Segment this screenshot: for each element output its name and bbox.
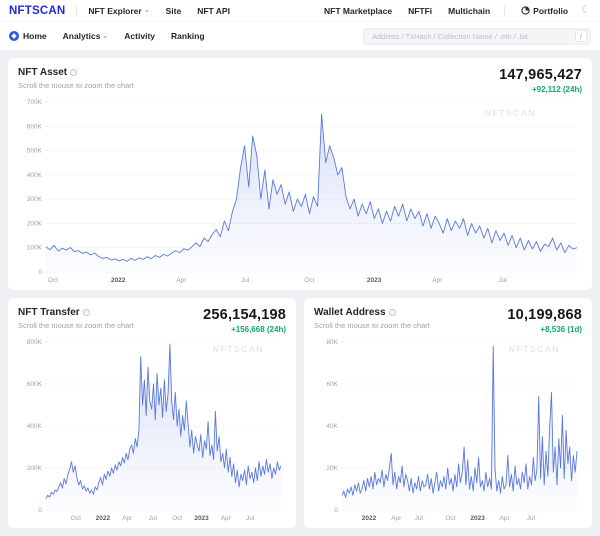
svg-text:Apr: Apr <box>391 515 402 522</box>
svg-text:0: 0 <box>38 507 42 514</box>
subnav-ranking[interactable]: Ranking <box>171 31 205 41</box>
svg-text:Oct: Oct <box>172 515 182 522</box>
search-box[interactable]: / <box>363 28 591 45</box>
slash-shortcut-key: / <box>575 30 587 42</box>
nft-transfer-card: NFT Transfer i Scroll the mouse to zoom … <box>8 298 296 528</box>
svg-text:0: 0 <box>38 269 42 276</box>
nft-asset-chart[interactable]: 0 100K 200K 300K 400K 500K 600K 700K Oct 2022 Apr J… <box>18 96 582 285</box>
info-icon[interactable]: i <box>83 309 90 316</box>
wallet-address-card: Wallet Address i Scroll the mouse to zoo… <box>304 298 592 528</box>
svg-text:600K: 600K <box>27 123 43 130</box>
divider <box>76 6 77 16</box>
svg-text:Apr: Apr <box>122 515 133 522</box>
svg-text:200K: 200K <box>27 465 43 472</box>
wallet-address-total: 10,199,868 <box>507 307 582 323</box>
svg-text:Oct: Oct <box>446 515 456 522</box>
dark-mode-toggle-moon-icon[interactable]: ☾ <box>581 5 591 16</box>
svg-text:20K: 20K <box>326 465 338 472</box>
home-chain-icon <box>9 31 19 41</box>
svg-text:Jul: Jul <box>415 515 424 522</box>
svg-text:500K: 500K <box>27 148 43 155</box>
nav-site[interactable]: Site <box>166 6 182 16</box>
svg-text:200K: 200K <box>27 220 43 227</box>
svg-text:2022: 2022 <box>362 515 377 522</box>
nav-nft-explorer[interactable]: NFT Explorer ⌄ <box>88 6 149 16</box>
svg-text:2023: 2023 <box>194 515 209 522</box>
svg-text:400K: 400K <box>27 423 43 430</box>
svg-text:Apr: Apr <box>221 515 232 522</box>
subnav-analytics[interactable]: Analytics ⌄ <box>63 31 109 41</box>
nav-nft-marketplace[interactable]: NFT Marketplace <box>324 6 392 16</box>
subnav-activity[interactable]: Activity <box>124 31 155 41</box>
pie-chart-icon <box>521 6 530 15</box>
svg-text:2022: 2022 <box>111 277 126 284</box>
wallet-address-chart[interactable]: 0 20K 40K 60K 80K 2022 Apr Jul Oct 2023 Apr Jul <box>314 336 582 523</box>
secondary-navigation-bar: Home Analytics ⌄ Activity Ranking / <box>0 22 600 50</box>
svg-text:40K: 40K <box>326 423 338 430</box>
info-icon[interactable]: i <box>70 69 77 76</box>
nft-asset-title: NFT Asset <box>18 67 67 78</box>
chevron-down-icon: ⌄ <box>144 7 150 14</box>
nftscan-logo[interactable]: NFTSCAN <box>9 5 65 17</box>
svg-text:800K: 800K <box>27 339 43 346</box>
wallet-address-hint: Scroll the mouse to zoom the chart <box>314 321 430 330</box>
nav-nft-api[interactable]: NFT API <box>197 6 230 16</box>
svg-text:100K: 100K <box>27 245 43 252</box>
nft-transfer-hint: Scroll the mouse to zoom the chart <box>18 321 134 330</box>
nav-multichain[interactable]: Multichain <box>448 6 490 16</box>
svg-text:Apr: Apr <box>500 515 511 522</box>
svg-text:700K: 700K <box>27 99 43 106</box>
divider <box>504 6 505 16</box>
nft-asset-hint: Scroll the mouse to zoom the chart <box>18 81 134 90</box>
svg-text:400K: 400K <box>27 172 43 179</box>
svg-text:Apr: Apr <box>432 277 443 284</box>
top-navigation-bar: NFTSCAN NFT Explorer ⌄ Site NFT API NFT … <box>0 0 600 22</box>
svg-text:2023: 2023 <box>367 277 382 284</box>
svg-text:Apr: Apr <box>176 277 187 284</box>
svg-text:Oct: Oct <box>304 277 314 284</box>
svg-text:Jul: Jul <box>149 515 158 522</box>
svg-text:Jul: Jul <box>527 515 536 522</box>
nav-portfolio[interactable]: Portfolio <box>521 6 568 16</box>
svg-text:0: 0 <box>334 507 338 514</box>
svg-text:80K: 80K <box>326 339 338 346</box>
wallet-address-title: Wallet Address <box>314 307 386 318</box>
nft-asset-change: +92,112 (24h) <box>499 85 582 94</box>
svg-text:300K: 300K <box>27 196 43 203</box>
nft-transfer-title: NFT Transfer <box>18 307 80 318</box>
nft-asset-card: NFT Asset i Scroll the mouse to zoom the… <box>8 58 592 290</box>
subnav-analytics-label: Analytics <box>63 31 101 41</box>
svg-text:2022: 2022 <box>96 515 111 522</box>
svg-text:Oct: Oct <box>48 277 58 284</box>
svg-text:60K: 60K <box>326 381 338 388</box>
nft-transfer-chart[interactable]: 0 200K 400K 600K 800K Oct 2022 Apr Jul Oct 2023 Apr… <box>18 336 286 523</box>
svg-text:Jul: Jul <box>246 515 255 522</box>
svg-text:Oct: Oct <box>71 515 81 522</box>
info-icon[interactable]: i <box>389 309 396 316</box>
svg-text:Jul: Jul <box>241 277 250 284</box>
nft-transfer-change: +156,668 (24h) <box>203 325 286 334</box>
svg-text:Jul: Jul <box>499 277 508 284</box>
nav-nftfi[interactable]: NFTFi <box>408 6 432 16</box>
nav-portfolio-label: Portfolio <box>533 6 568 16</box>
dashboard-main: NFT Asset i Scroll the mouse to zoom the… <box>0 50 600 536</box>
nft-asset-total: 147,965,427 <box>499 67 582 83</box>
subnav-home-label: Home <box>23 31 47 41</box>
subnav-home[interactable]: Home <box>9 31 47 41</box>
search-input[interactable] <box>372 32 571 41</box>
nav-nft-explorer-label: NFT Explorer <box>88 6 141 16</box>
wallet-address-change: +8,536 (1d) <box>507 325 582 334</box>
svg-text:2023: 2023 <box>470 515 485 522</box>
nft-transfer-total: 256,154,198 <box>203 307 286 323</box>
svg-text:600K: 600K <box>27 381 43 388</box>
chevron-down-icon: ⌄ <box>102 33 108 40</box>
